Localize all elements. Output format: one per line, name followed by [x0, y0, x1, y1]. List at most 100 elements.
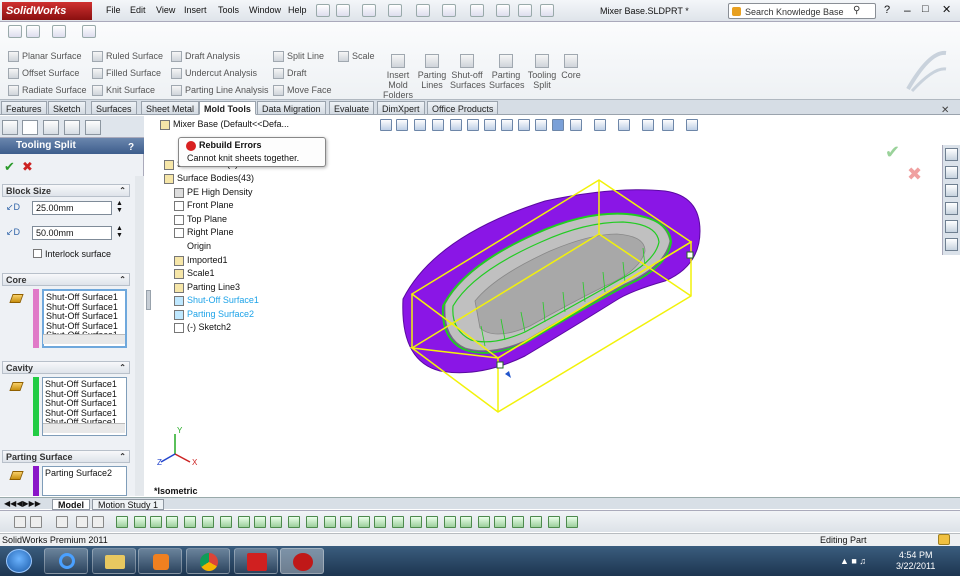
block-size-section-header[interactable]: Block Size ⌃ — [2, 184, 130, 197]
solidworks-taskbar-icon[interactable] — [234, 548, 278, 574]
cancel-x-icon[interactable]: ✖ — [22, 159, 33, 175]
cavity-list-hscrollbar[interactable] — [43, 423, 125, 433]
tool-icon[interactable] — [202, 516, 214, 528]
tree-item-front-plane[interactable]: Front Plane — [174, 199, 234, 212]
shut-off-surfaces-button[interactable]: Shut-off Surfaces — [450, 54, 486, 90]
tree-item-origin[interactable]: Origin — [174, 240, 211, 253]
tree-item-sketch2[interactable]: (-) Sketch2 — [174, 321, 231, 334]
tab-features[interactable]: Features — [1, 101, 47, 115]
select-icon[interactable] — [56, 516, 68, 528]
tool-icon[interactable] — [288, 516, 300, 528]
tool-icon[interactable] — [134, 516, 146, 528]
custom-properties-icon[interactable] — [945, 238, 958, 251]
tool-icon[interactable] — [410, 516, 422, 528]
parting-surfaces-button[interactable]: Parting Surfaces — [489, 54, 525, 90]
front-view-icon[interactable] — [450, 119, 462, 131]
collapse-icon[interactable]: ⌃ — [119, 451, 126, 463]
parting-lines-button[interactable]: Parting Lines — [415, 54, 449, 90]
ruled-surface-button[interactable]: Ruled Surface — [92, 48, 163, 64]
tree-item-shut-off-surface1[interactable]: Shut-Off Surface1 — [174, 294, 259, 307]
tree-item-surface-bodies[interactable]: Surface Bodies(43) — [164, 172, 254, 185]
spin-up-down-icon[interactable]: ▲ ▼ — [116, 225, 123, 239]
solidworks-active-window-icon[interactable] — [280, 548, 324, 574]
new-document-icon[interactable] — [336, 4, 350, 17]
filter-vertices-icon[interactable] — [30, 516, 42, 528]
tool-icon[interactable] — [306, 516, 318, 528]
menu-help[interactable]: Help — [288, 5, 307, 15]
tool-icon[interactable] — [254, 516, 266, 528]
tool-icon[interactable] — [324, 516, 336, 528]
windows-start-icon[interactable] — [6, 549, 32, 573]
tool-icon[interactable] — [184, 516, 196, 528]
feature-manager-tab-icon[interactable] — [2, 120, 18, 135]
isometric-view-icon[interactable] — [552, 119, 564, 131]
property-manager-tab-icon[interactable] — [22, 120, 38, 135]
undo-icon[interactable] — [442, 4, 456, 17]
save-icon[interactable] — [388, 4, 402, 17]
file-properties-icon[interactable] — [518, 4, 532, 17]
scale-button[interactable]: Scale — [338, 48, 375, 64]
tree-root[interactable]: Mixer Base (Default<<Defa... — [160, 118, 289, 131]
menu-insert[interactable]: Insert — [184, 5, 207, 15]
view-orientation-icon[interactable] — [570, 119, 582, 131]
close-document-icon[interactable]: ✕ — [941, 105, 949, 116]
bottom-view-icon[interactable] — [535, 119, 547, 131]
options-icon[interactable] — [540, 4, 554, 17]
block-depth-2-field[interactable]: 50.00mm — [32, 226, 112, 240]
section-view-icon[interactable] — [432, 119, 444, 131]
property-manager-scrollbar[interactable] — [135, 176, 144, 496]
pin-icon[interactable] — [316, 4, 330, 17]
search-icon[interactable]: ⚲ — [853, 5, 860, 16]
parting-line-analysis-button[interactable]: Parting Line Analysis — [171, 82, 269, 98]
knit-surface-button[interactable]: Knit Surface — [92, 82, 155, 98]
tool-icon[interactable] — [374, 516, 386, 528]
media-player-icon[interactable] — [138, 548, 182, 574]
dimxpert-manager-tab-icon[interactable] — [64, 120, 80, 135]
core-section-header[interactable]: Core ⌃ — [2, 273, 130, 286]
panel-splitter-handle[interactable] — [146, 290, 151, 310]
previous-view-icon[interactable] — [414, 119, 426, 131]
tab-dimxpert[interactable]: DimXpert — [377, 101, 425, 115]
tab-evaluate[interactable]: Evaluate — [329, 101, 375, 115]
chrome-icon[interactable] — [186, 548, 230, 574]
edit-appearance-icon[interactable] — [642, 119, 654, 131]
radiate-surface-button[interactable]: Radiate Surface — [8, 82, 87, 98]
display-manager-tab-icon[interactable] — [85, 120, 101, 135]
draft-button[interactable]: Draft — [273, 65, 307, 81]
tab-motion-study-1[interactable]: Motion Study 1 — [92, 499, 165, 510]
block-depth-1-field[interactable]: 25.00mm — [32, 201, 112, 215]
tool-icon[interactable] — [566, 516, 578, 528]
system-clock[interactable]: 4:54 PM 3/22/2011 — [896, 550, 935, 572]
appearances-icon[interactable] — [945, 220, 958, 233]
draft-analysis-button[interactable]: Draft Analysis — [171, 48, 240, 64]
collapse-icon[interactable]: ⌃ — [119, 362, 126, 374]
apply-scene-icon[interactable] — [662, 119, 674, 131]
parting-surfaces-list[interactable]: Parting Surface2 — [42, 466, 127, 496]
top-view-icon[interactable] — [518, 119, 530, 131]
open-icon[interactable] — [362, 4, 376, 17]
cavity-section-header[interactable]: Cavity ⌃ — [2, 361, 130, 374]
offset-surface-button[interactable]: Offset Surface — [8, 65, 79, 81]
rebuild-icon[interactable] — [496, 4, 510, 17]
tool-icon[interactable] — [166, 516, 178, 528]
tree-item-parting-line3[interactable]: Parting Line3 — [174, 281, 240, 294]
planar-surface-button[interactable]: Planar Surface — [8, 48, 82, 64]
tool-icon[interactable] — [238, 516, 250, 528]
display-style-icon[interactable] — [594, 119, 606, 131]
menu-edit[interactable]: Edit — [130, 5, 146, 15]
tool-icon[interactable] — [220, 516, 232, 528]
core-list-hscrollbar[interactable] — [43, 334, 125, 344]
menu-view[interactable]: View — [156, 5, 175, 15]
view-settings-icon[interactable] — [686, 119, 698, 131]
tray-icons[interactable]: ▲ ■ ♫ — [840, 556, 866, 566]
close-icon[interactable]: ✕ — [942, 3, 951, 16]
select-chain-icon[interactable] — [76, 516, 88, 528]
tool-icon[interactable] — [460, 516, 472, 528]
help-icon[interactable]: ? — [128, 140, 134, 156]
tool-icon[interactable] — [340, 516, 352, 528]
file-explorer-icon[interactable] — [945, 184, 958, 197]
maximize-icon[interactable]: □ — [922, 3, 929, 15]
select-arrow-icon[interactable] — [52, 25, 66, 38]
tool-icon[interactable] — [150, 516, 162, 528]
select-arrow-icon[interactable] — [470, 4, 484, 17]
